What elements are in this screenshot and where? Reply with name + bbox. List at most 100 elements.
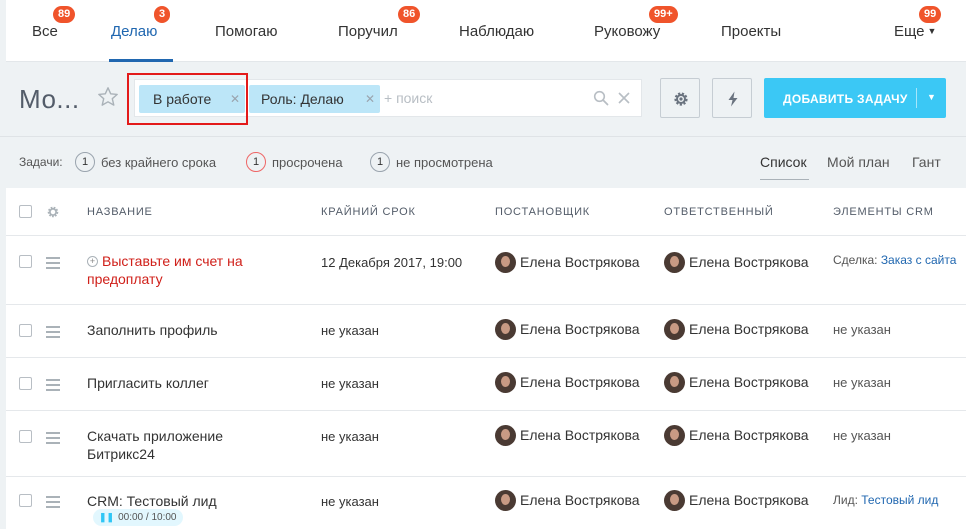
view-list[interactable]: Список xyxy=(760,154,807,170)
task-timer[interactable]: ❚❚ 00:00 / 10:00 xyxy=(93,509,184,526)
avatar[interactable] xyxy=(664,319,685,340)
task-responsible[interactable]: Елена Вострякова xyxy=(689,374,809,390)
tab-watching[interactable]: Наблюдаю xyxy=(459,23,534,40)
view-gantt[interactable]: Гант xyxy=(912,154,941,170)
star-icon[interactable] xyxy=(96,85,120,109)
column-creator[interactable]: ПОСТАНОВЩИК xyxy=(495,206,590,218)
drag-handle-icon[interactable] xyxy=(46,326,60,341)
task-counters-bar: Задачи: 1 без крайнего срока 1 просрочен… xyxy=(0,136,966,188)
drag-handle-icon[interactable] xyxy=(46,379,60,394)
task-creator[interactable]: Елена Вострякова xyxy=(520,254,640,270)
select-all-checkbox[interactable] xyxy=(19,205,32,218)
counter-overdue-count[interactable]: 1 xyxy=(246,152,266,172)
search-input[interactable]: + поиск xyxy=(384,90,432,106)
crm-prefix: Лид: xyxy=(833,493,858,507)
task-title[interactable]: CRM: Тестовый лид xyxy=(87,492,297,510)
task-title-text[interactable]: Выставьте им счет на предоплату xyxy=(87,253,243,287)
active-tab-indicator xyxy=(109,59,173,62)
task-creator[interactable]: Елена Вострякова xyxy=(520,374,640,390)
active-view-indicator xyxy=(760,179,809,180)
counter-unviewed-count[interactable]: 1 xyxy=(370,152,390,172)
task-deadline[interactable]: не указан xyxy=(321,428,379,446)
pause-icon[interactable]: ❚❚ xyxy=(99,512,114,522)
chevron-down-icon: ▼ xyxy=(927,26,937,36)
table-row[interactable]: Заполнить профиль не указан Елена Востря… xyxy=(6,305,966,358)
tab-doing-badge: 3 xyxy=(154,6,171,23)
gear-icon xyxy=(674,92,688,106)
column-title[interactable]: НАЗВАНИЕ xyxy=(87,206,153,218)
counter-overdue[interactable]: просрочена xyxy=(272,155,343,170)
add-task-button[interactable]: ДОБАВИТЬ ЗАДАЧУ ▼ xyxy=(764,78,946,118)
view-my-plan[interactable]: Мой план xyxy=(827,154,890,170)
tab-doing[interactable]: Делаю xyxy=(111,23,157,40)
task-responsible[interactable]: Елена Вострякова xyxy=(689,321,809,337)
task-creator[interactable]: Елена Вострякова xyxy=(520,321,640,337)
task-title[interactable]: + Выставьте им счет на предоплату xyxy=(87,252,297,288)
column-crm[interactable]: ЭЛЕМЕНТЫ CRM xyxy=(833,206,934,218)
task-creator[interactable]: Елена Вострякова xyxy=(520,492,640,508)
drag-handle-icon[interactable] xyxy=(46,496,60,511)
column-deadline[interactable]: КРАЙНИЙ СРОК xyxy=(321,206,416,218)
row-checkbox[interactable] xyxy=(19,255,32,268)
button-divider xyxy=(916,88,917,108)
chevron-down-icon[interactable]: ▼ xyxy=(927,92,936,102)
avatar[interactable] xyxy=(495,252,516,273)
column-responsible[interactable]: ОТВЕТСТВЕННЫЙ xyxy=(664,206,774,218)
avatar[interactable] xyxy=(495,319,516,340)
plus-icon[interactable]: + xyxy=(87,256,98,267)
task-creator[interactable]: Елена Вострякова xyxy=(520,427,640,443)
add-task-label: ДОБАВИТЬ ЗАДАЧУ xyxy=(783,92,908,106)
table-header: НАЗВАНИЕ КРАЙНИЙ СРОК ПОСТАНОВЩИК ОТВЕТС… xyxy=(6,188,966,236)
task-title[interactable]: Скачать приложение Битрикс24 xyxy=(87,427,257,463)
remove-chip-icon[interactable]: ✕ xyxy=(365,85,375,113)
crm-link[interactable]: Тестовый лид xyxy=(861,493,938,507)
task-responsible[interactable]: Елена Вострякова xyxy=(689,492,809,508)
task-deadline[interactable]: 12 Декабря 2017, 19:00 xyxy=(321,254,462,272)
tab-supervising[interactable]: Руковожу xyxy=(594,23,660,40)
quick-action-button[interactable] xyxy=(712,78,752,118)
table-row[interactable]: + Выставьте им счет на предоплату 12 Дека… xyxy=(6,236,966,305)
counter-unviewed[interactable]: не просмотрена xyxy=(396,155,493,170)
table-row[interactable]: Скачать приложение Битрикс24 не указан Е… xyxy=(6,411,966,477)
task-responsible[interactable]: Елена Вострякова xyxy=(689,254,809,270)
task-responsible[interactable]: Елена Вострякова xyxy=(689,427,809,443)
drag-handle-icon[interactable] xyxy=(46,257,60,272)
tab-assigned[interactable]: Поручил xyxy=(338,23,398,40)
tab-more-label: Еще xyxy=(894,23,925,40)
tab-more-badge: 99 xyxy=(919,6,942,23)
row-checkbox[interactable] xyxy=(19,430,32,443)
counter-no-deadline[interactable]: без крайнего срока xyxy=(101,155,216,170)
row-checkbox[interactable] xyxy=(19,494,32,507)
table-row[interactable]: Пригласить коллег не указан Елена Востря… xyxy=(6,358,966,411)
row-checkbox[interactable] xyxy=(19,324,32,337)
task-title[interactable]: Заполнить профиль xyxy=(87,321,297,339)
search-icon[interactable] xyxy=(593,90,609,106)
task-title[interactable]: Пригласить коллег xyxy=(87,374,297,392)
avatar[interactable] xyxy=(495,425,516,446)
drag-handle-icon[interactable] xyxy=(46,432,60,447)
avatar[interactable] xyxy=(495,490,516,511)
tab-more[interactable]: Еще ▼ xyxy=(894,23,936,40)
avatar[interactable] xyxy=(664,372,685,393)
task-deadline[interactable]: не указан xyxy=(321,322,379,340)
task-crm: не указан xyxy=(833,375,891,390)
gear-icon[interactable] xyxy=(46,205,60,219)
task-deadline[interactable]: не указан xyxy=(321,493,379,511)
avatar[interactable] xyxy=(664,252,685,273)
crm-link[interactable]: Заказ с сайта xyxy=(881,253,957,267)
task-table: НАЗВАНИЕ КРАЙНИЙ СРОК ПОСТАНОВЩИК ОТВЕТС… xyxy=(6,188,966,529)
avatar[interactable] xyxy=(495,372,516,393)
filter-chip-role[interactable]: Роль: Делаю ✕ xyxy=(249,85,380,113)
avatar[interactable] xyxy=(664,490,685,511)
settings-button[interactable] xyxy=(660,78,700,118)
tab-supervising-badge: 99+ xyxy=(649,6,678,23)
lightning-icon xyxy=(728,91,738,107)
counter-no-deadline-count[interactable]: 1 xyxy=(75,152,95,172)
row-checkbox[interactable] xyxy=(19,377,32,390)
close-icon[interactable] xyxy=(617,91,631,105)
avatar[interactable] xyxy=(664,425,685,446)
task-deadline[interactable]: не указан xyxy=(321,375,379,393)
tab-projects[interactable]: Проекты xyxy=(721,23,781,40)
tab-all[interactable]: Все xyxy=(32,23,58,40)
tab-helping[interactable]: Помогаю xyxy=(215,23,278,40)
